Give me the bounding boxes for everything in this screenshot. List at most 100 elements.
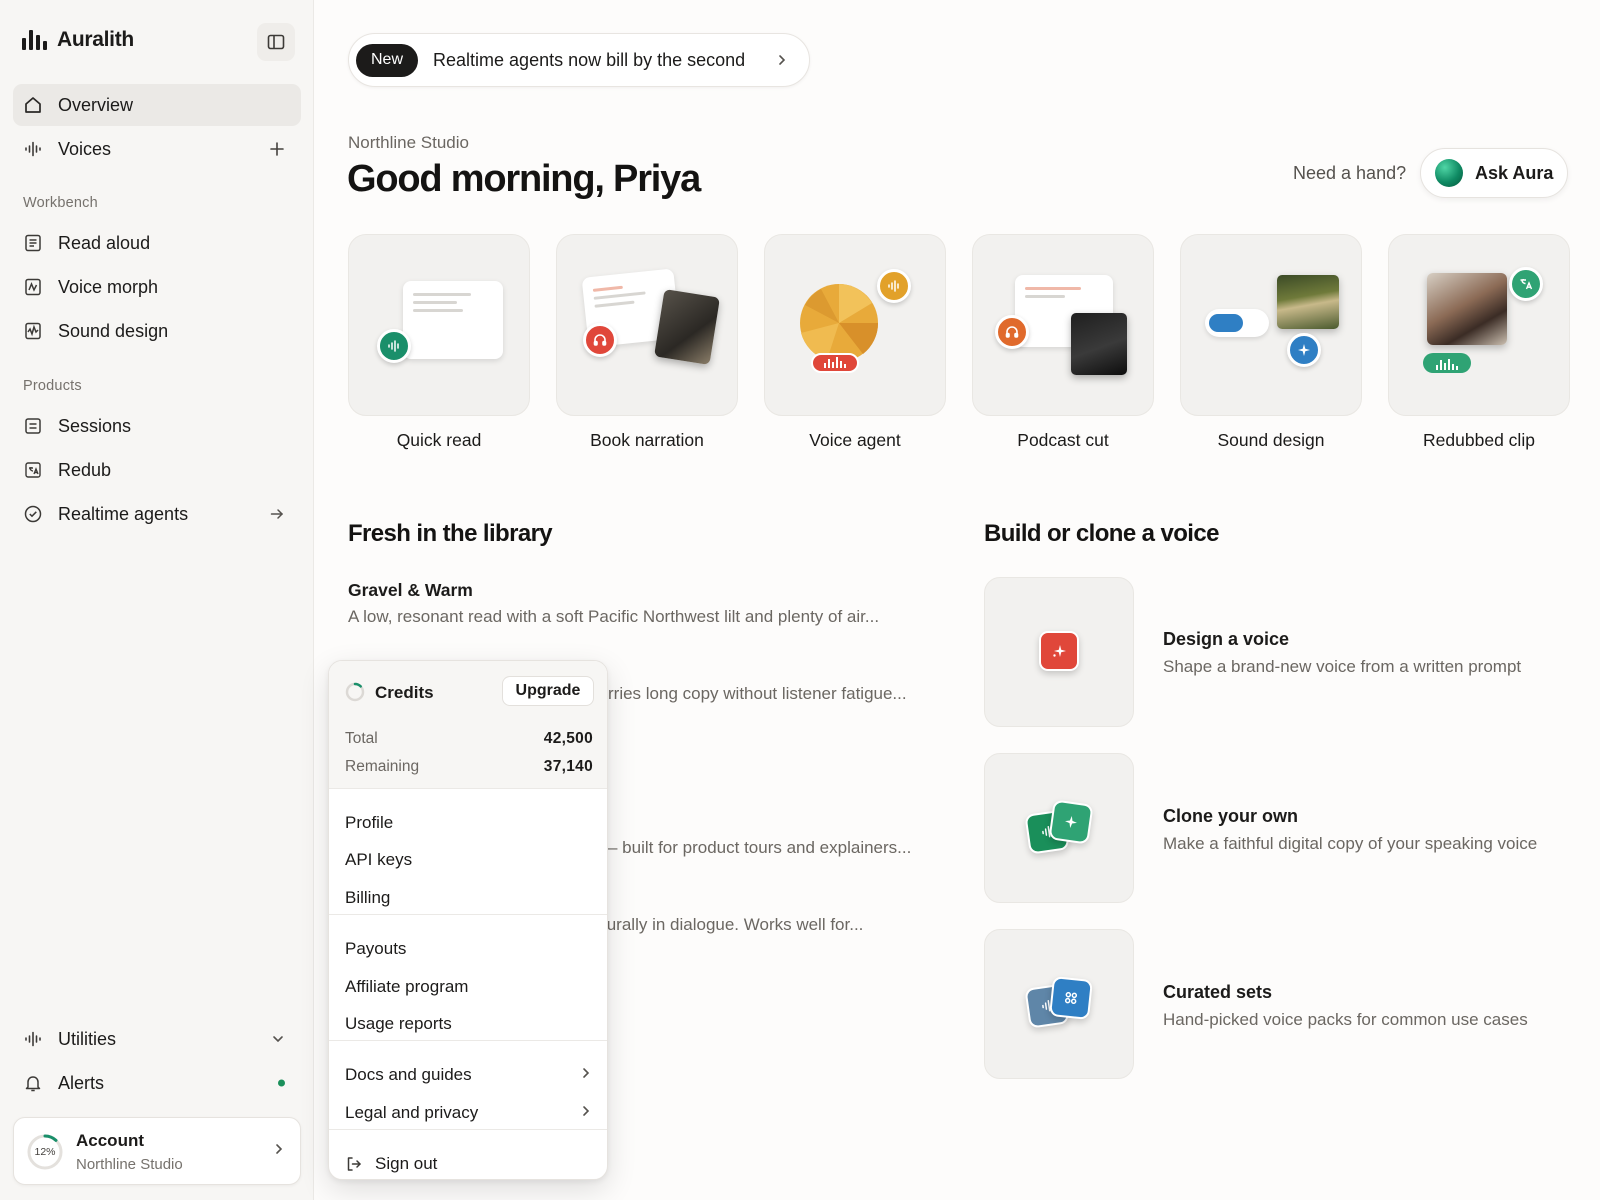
waveform-icon (377, 329, 411, 363)
tile-sound-design[interactable] (1180, 234, 1362, 416)
plus-icon[interactable] (269, 141, 285, 157)
chevron-right-icon (272, 1142, 286, 1161)
waveform-chip-icon (811, 353, 859, 373)
portrait-photo-image (1427, 273, 1507, 345)
new-badge: New (356, 43, 419, 77)
credits-remaining-label: Remaining (345, 758, 420, 775)
design-voice-tile[interactable] (984, 577, 1134, 727)
brand-name: Auralith (57, 28, 134, 51)
wave-box-icon (23, 321, 43, 341)
headphones-icon (995, 315, 1029, 349)
menu-divider (329, 914, 607, 915)
help-prompt: Need a hand? (1293, 163, 1407, 183)
menu-divider (329, 1129, 607, 1130)
sidebar-item-label: Realtime agents (58, 503, 189, 524)
tile-label: Quick read (396, 430, 482, 450)
menu-item-affiliate-program[interactable]: Affiliate program (345, 977, 593, 997)
tile-label: Podcast cut (1017, 430, 1109, 450)
section-heading-workbench: Workbench (23, 195, 98, 211)
sidebar-toggle-icon (267, 34, 285, 50)
agent-orb-illustration (800, 284, 879, 362)
library-item-description: – built for product tours and explainers… (608, 838, 912, 857)
sidebar-item-redub[interactable]: Redub (13, 449, 301, 491)
sidebar-item-voices[interactable]: Voices (13, 128, 301, 170)
waveform-chip-icon (1423, 353, 1471, 373)
sign-out-button[interactable]: Sign out (345, 1154, 593, 1174)
microphone-photo-image (1071, 313, 1127, 375)
menu-item-docs-and-guides[interactable]: Docs and guides (345, 1065, 593, 1085)
chevron-right-icon (579, 1103, 593, 1123)
document-card-illustration (403, 281, 503, 359)
chevron-down-icon (271, 1032, 285, 1046)
announcement-pill[interactable]: New Realtime agents now bill by the seco… (348, 33, 810, 87)
curated-sets-tile[interactable] (984, 929, 1134, 1079)
ask-aura-button[interactable]: Ask Aura (1420, 148, 1568, 198)
menu-divider (329, 1040, 607, 1041)
sidebar-item-label: Voice morph (58, 276, 159, 297)
translate-icon (1509, 267, 1543, 301)
check-circle-icon (23, 504, 43, 524)
sidebar-item-read-aloud[interactable]: Read aloud (13, 222, 301, 264)
sidebar: Auralith Overview Voices Workbench Read … (0, 0, 314, 1200)
menu-item-usage-reports[interactable]: Usage reports (345, 1014, 593, 1034)
menu-item-label: Legal and privacy (345, 1103, 479, 1122)
sidebar-item-sessions[interactable]: Sessions (13, 405, 301, 447)
account-card[interactable]: 12% Account Northline Studio (13, 1117, 301, 1185)
sidebar-item-label: Overview (58, 94, 134, 115)
sidebar-item-realtime-agents[interactable]: Realtime agents (13, 493, 301, 535)
sidebar-item-label: Utilities (58, 1028, 117, 1049)
tile-book-narration[interactable] (556, 234, 738, 416)
credits-total-row: Total 42,500 (345, 730, 593, 748)
tile-redubbed-clip[interactable] (1388, 234, 1570, 416)
sidebar-item-label: Sound design (58, 320, 169, 341)
library-item-description: turally in dialogue. Works well for... (602, 915, 864, 934)
account-subtitle: Northline Studio (76, 1156, 183, 1173)
grid-icon (1049, 976, 1093, 1020)
build-item-description: Shape a brand-new voice from a written p… (1163, 657, 1522, 676)
credits-label: Credits (375, 683, 434, 702)
home-icon (23, 95, 43, 115)
sidebar-item-utilities[interactable]: Utilities (13, 1018, 301, 1060)
credits-total-value: 42,500 (543, 730, 593, 747)
sidebar-collapse-button[interactable] (257, 23, 295, 61)
upgrade-button[interactable]: Upgrade (502, 676, 594, 706)
waveform-icon (23, 139, 43, 159)
waveform-icon (23, 1029, 43, 1049)
build-item-description: Hand-picked voice packs for common use c… (1163, 1010, 1528, 1029)
tile-label: Redubbed clip (1423, 430, 1535, 450)
tile-voice-agent[interactable] (764, 234, 946, 416)
sidebar-item-label: Read aloud (58, 232, 151, 253)
account-usage-ring: 12% (26, 1133, 64, 1171)
menu-item-billing[interactable]: Billing (345, 888, 593, 908)
menu-item-payouts[interactable]: Payouts (345, 939, 593, 959)
brand[interactable]: Auralith (22, 28, 134, 52)
tile-podcast-cut[interactable] (972, 234, 1154, 416)
tile-quick-read[interactable] (348, 234, 530, 416)
book-photo-image (654, 289, 720, 365)
credits-ring-icon (345, 682, 365, 702)
status-dot (278, 1079, 285, 1087)
build-item-title[interactable]: Curated sets (1163, 982, 1272, 1003)
sidebar-item-overview[interactable]: Overview (13, 84, 301, 126)
clone-voice-tile[interactable] (984, 753, 1134, 903)
account-menu: Credits Upgrade Total 42,500 Remaining 3… (328, 660, 608, 1180)
credits-total-label: Total (345, 730, 378, 747)
sign-out-label: Sign out (375, 1154, 438, 1173)
menu-item-api-keys[interactable]: API keys (345, 850, 593, 870)
library-item-description: rries long copy without listener fatigue… (608, 684, 907, 703)
assistant-orb-icon (1435, 159, 1463, 187)
build-heading: Build or clone a voice (984, 520, 1219, 547)
library-heading: Fresh in the library (348, 520, 553, 547)
menu-item-profile[interactable]: Profile (345, 813, 593, 833)
library-item-title[interactable]: Gravel & Warm (348, 580, 473, 601)
sidebar-item-alerts[interactable]: Alerts (13, 1062, 301, 1104)
build-item-title[interactable]: Design a voice (1163, 629, 1289, 650)
build-item-title[interactable]: Clone your own (1163, 806, 1298, 827)
credits-remaining-value: 37,140 (543, 758, 593, 775)
bell-icon (23, 1073, 43, 1093)
sidebar-item-voice-morph[interactable]: Voice morph (13, 266, 301, 308)
menu-item-legal-and-privacy[interactable]: Legal and privacy (345, 1103, 593, 1123)
sidebar-item-sound-design[interactable]: Sound design (13, 310, 301, 352)
tile-label: Voice agent (809, 430, 901, 450)
credits-remaining-row: Remaining 37,140 (345, 758, 593, 776)
